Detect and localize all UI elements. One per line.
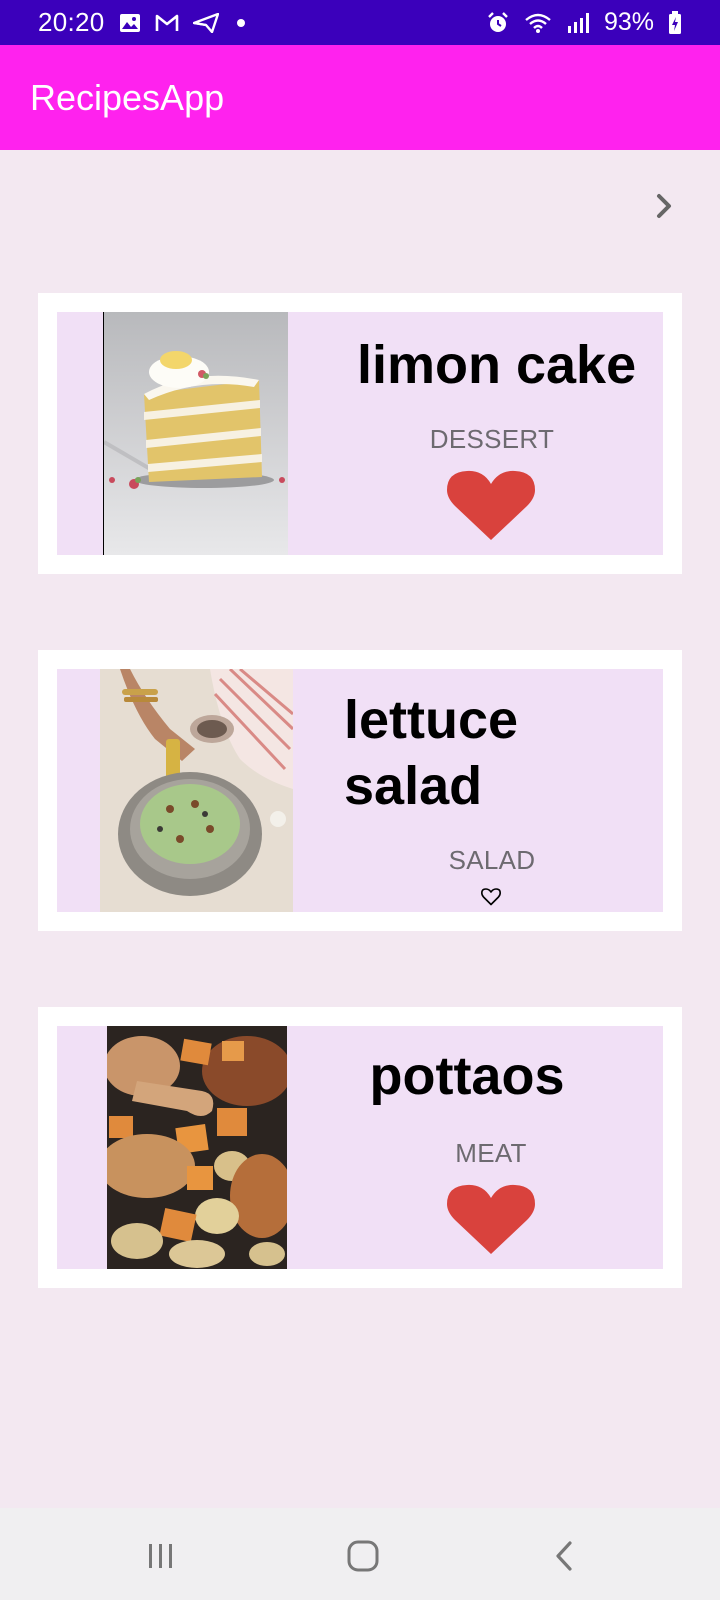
gmail-icon bbox=[155, 13, 179, 33]
recipe-title: limon cake bbox=[357, 335, 637, 395]
recipe-category: SALAD bbox=[448, 845, 536, 875]
app-title: RecipesApp bbox=[30, 76, 225, 118]
battery-charging-icon bbox=[668, 10, 682, 35]
recents-icon[interactable] bbox=[131, 1534, 191, 1578]
status-right: 93% bbox=[486, 8, 682, 37]
signal-icon bbox=[566, 12, 590, 34]
favorite-heart-filled-icon[interactable] bbox=[447, 470, 535, 547]
back-icon[interactable] bbox=[534, 1534, 594, 1578]
favorite-heart-outline-icon[interactable] bbox=[481, 888, 501, 911]
recipe-card-inner: lettuce salad SALAD bbox=[57, 669, 663, 912]
recipe-card-inner: limon cake DESSERT bbox=[57, 312, 663, 555]
recipe-title: lettuce salad bbox=[344, 690, 519, 816]
home-icon[interactable] bbox=[333, 1534, 393, 1578]
alarm-icon bbox=[486, 11, 510, 35]
battery-percent: 93% bbox=[603, 8, 654, 36]
recipe-category: DESSERT bbox=[429, 424, 555, 454]
chevron-right-icon[interactable] bbox=[644, 186, 684, 226]
status-left: 20:20 bbox=[38, 7, 245, 38]
salad-photo bbox=[100, 669, 293, 912]
app-bar: RecipesApp bbox=[0, 45, 720, 150]
recipe-card-inner: pottaos MEAT bbox=[57, 1026, 663, 1269]
notification-dot-icon bbox=[236, 18, 245, 27]
recipe-title: pottaos bbox=[369, 1046, 565, 1106]
recipe-card[interactable]: pottaos MEAT bbox=[38, 1007, 682, 1288]
recipe-category: MEAT bbox=[455, 1138, 527, 1168]
recipe-card[interactable]: lettuce salad SALAD bbox=[38, 650, 682, 931]
system-nav-bar bbox=[0, 1508, 720, 1600]
favorite-heart-filled-icon[interactable] bbox=[447, 1184, 535, 1261]
gallery-icon bbox=[119, 13, 141, 33]
roast-chicken-potatoes-photo bbox=[107, 1026, 287, 1269]
status-time: 20:20 bbox=[38, 7, 105, 37]
cake-photo bbox=[103, 312, 288, 555]
send-icon bbox=[192, 12, 219, 33]
recipe-card[interactable]: limon cake DESSERT bbox=[38, 293, 682, 574]
status-bar: 20:20 93% bbox=[0, 0, 720, 45]
wifi-icon bbox=[524, 12, 552, 34]
